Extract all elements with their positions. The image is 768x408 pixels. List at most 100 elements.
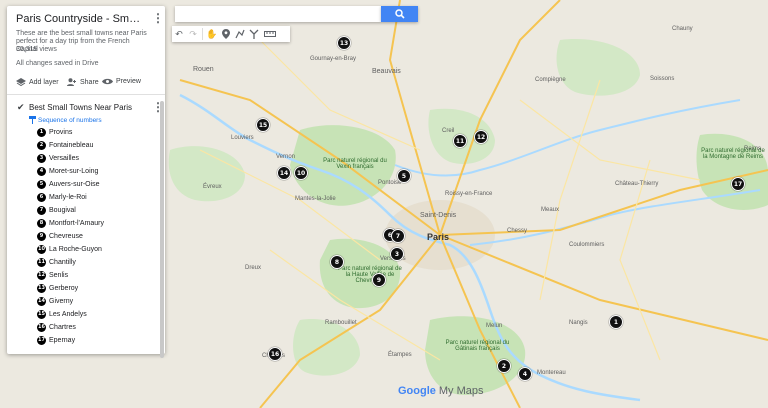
map-label-saint-denis: Saint-Denis: [420, 212, 457, 219]
map-toolbar: ↶ ↷ ✋: [172, 26, 290, 42]
add-person-icon: [67, 78, 76, 86]
number-badge: 1: [37, 127, 46, 137]
map-label-chateau-thierry: Château-Thierry: [615, 181, 659, 187]
list-item-senlis[interactable]: 12 Senlis: [37, 269, 68, 281]
map-label-compiegne: Compiègne: [535, 77, 566, 83]
number-badge: 8: [37, 218, 46, 228]
list-item-versailles[interactable]: 3 Versailles: [37, 152, 79, 164]
my-maps-wordmark: My Maps: [438, 385, 484, 397]
map-marker-chantilly[interactable]: 11: [453, 134, 467, 148]
layer-visibility-checkbox-icon[interactable]: ✔: [17, 102, 25, 113]
map-label-rambouillet: Rambouillet: [325, 320, 357, 326]
map-label-beauvais: Beauvais: [372, 68, 401, 75]
place-name: Chartres: [49, 323, 76, 331]
number-badge: 4: [37, 166, 46, 176]
number-badge: 7: [37, 205, 46, 215]
map-label-roissy: Roissy-en-France: [445, 191, 493, 197]
list-item-gerberoy[interactable]: 13 Gerberoy: [37, 282, 78, 294]
map-label-vexin-park: Parc naturel régional du Vexin français: [323, 158, 387, 170]
map-options-kebab-icon[interactable]: ⋮: [152, 12, 164, 24]
map-label-mantes: Mantes-la-Jolie: [295, 196, 336, 202]
map-marker-montfort-lamaury[interactable]: 8: [330, 255, 344, 269]
search-input[interactable]: [175, 6, 381, 22]
map-label-evreux: Évreux: [203, 184, 222, 190]
measure-ruler-icon[interactable]: [261, 26, 279, 42]
preview-button[interactable]: Preview: [102, 78, 141, 85]
map-marker-chartres[interactable]: 16: [268, 347, 282, 361]
draw-line-icon[interactable]: [233, 26, 247, 42]
list-item-chantilly[interactable]: 11 Chantilly: [37, 256, 76, 268]
undo-icon[interactable]: ↶: [172, 26, 186, 42]
directions-icon[interactable]: [247, 26, 261, 42]
map-label-louviers: Louviers: [231, 135, 254, 141]
place-name: Bougival: [49, 206, 76, 214]
map-marker-auvers-sur-oise[interactable]: 5: [397, 169, 411, 183]
list-item-chevreuse[interactable]: 9 Chevreuse: [37, 230, 83, 242]
list-item-fontainebleau[interactable]: 2 Fontainebleau: [37, 139, 93, 151]
map-views-count: 36,315 views: [16, 46, 57, 53]
place-name: Senlis: [49, 271, 69, 279]
map-marker-les-andelys[interactable]: 15: [256, 118, 270, 132]
add-layer-button[interactable]: Add layer: [16, 78, 59, 87]
map-marker-moret-sur-loing[interactable]: 4: [518, 367, 532, 381]
number-badge: 16: [37, 322, 46, 332]
map-marker-provins[interactable]: 1: [609, 315, 623, 329]
panel-divider: [7, 94, 165, 95]
map-marker-giverny[interactable]: 14: [277, 166, 291, 180]
layer-title[interactable]: Best Small Towns Near Paris: [29, 103, 132, 112]
map-marker-bougival[interactable]: 7: [391, 229, 405, 243]
place-name: Provins: [49, 128, 73, 136]
list-item-provins[interactable]: 1 Provins: [37, 126, 72, 138]
preview-label: Preview: [116, 78, 141, 85]
save-status: All changes saved in Drive: [16, 60, 99, 67]
list-item-auvers-sur-oise[interactable]: 5 Auvers-sur-Oise: [37, 178, 100, 190]
list-item-giverny[interactable]: 14 Giverny: [37, 295, 73, 307]
list-item-les-andelys[interactable]: 15 Les Andelys: [37, 308, 87, 320]
toolbar-divider: [202, 28, 203, 40]
place-name: Montfort-l'Amaury: [49, 219, 105, 227]
search-button[interactable]: [381, 6, 418, 22]
list-item-la-roche-guyon[interactable]: 10 La Roche-Guyon: [37, 243, 102, 255]
share-button[interactable]: Share: [67, 78, 99, 86]
place-name: Les Andelys: [49, 310, 87, 318]
place-name: Giverny: [49, 297, 74, 305]
list-item-montfort-lamaury[interactable]: 8 Montfort-l'Amaury: [37, 217, 104, 229]
place-name: Chantilly: [49, 258, 76, 266]
list-item-epernay[interactable]: 17 Epernay: [37, 334, 75, 346]
redo-icon[interactable]: ↷: [186, 26, 200, 42]
map-marker-la-roche-guyon[interactable]: 10: [294, 166, 308, 180]
place-name: Versailles: [49, 154, 79, 162]
map-marker-gerberoy[interactable]: 13: [337, 36, 351, 50]
map-marker-epernay[interactable]: 17: [731, 177, 745, 191]
paint-roller-icon: [29, 116, 36, 124]
number-badge: 12: [37, 270, 46, 280]
list-item-chartres[interactable]: 16 Chartres: [37, 321, 76, 333]
add-marker-icon[interactable]: [219, 26, 233, 42]
panel-scrollbar[interactable]: [160, 101, 164, 358]
number-badge: 3: [37, 153, 46, 163]
panel-actions: Add layer Share Preview: [16, 78, 161, 92]
map-label-coulommiers: Coulommiers: [569, 242, 605, 248]
number-badge: 9: [37, 231, 46, 241]
place-name: Gerberoy: [49, 284, 79, 292]
map-marker-senlis[interactable]: 12: [474, 130, 488, 144]
place-name: Moret-sur-Loing: [49, 167, 99, 175]
list-item-moret-sur-loing[interactable]: 4 Moret-sur-Loing: [37, 165, 98, 177]
map-marker-versailles[interactable]: 3: [390, 247, 404, 261]
map-marker-fontainebleau[interactable]: 2: [497, 359, 511, 373]
place-name: Fontainebleau: [49, 141, 94, 149]
layer-style-link[interactable]: Sequence of numbers: [29, 116, 102, 124]
map-marker-chevreuse[interactable]: 9: [372, 273, 386, 287]
place-name: Marly-le-Roi: [49, 193, 87, 201]
number-badge: 5: [37, 179, 46, 189]
map-label-etampes: Étampes: [388, 352, 412, 358]
place-name: Chevreuse: [49, 232, 83, 240]
layer-style-label: Sequence of numbers: [38, 116, 102, 124]
map-label-montereau: Montereau: [537, 370, 566, 376]
map-title[interactable]: Paris Countryside - Small Towns ...: [16, 13, 144, 25]
number-badge: 17: [37, 335, 46, 345]
layers-icon: [16, 78, 26, 87]
list-item-bougival[interactable]: 7 Bougival: [37, 204, 76, 216]
hand-pan-icon[interactable]: ✋: [205, 26, 219, 42]
list-item-marly-le-roi[interactable]: 6 Marly-le-Roi: [37, 191, 87, 203]
